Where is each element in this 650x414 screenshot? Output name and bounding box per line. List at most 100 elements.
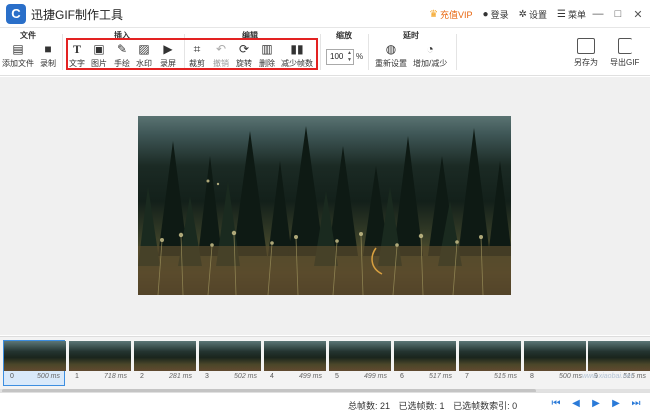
add-file-label: 添加文件: [2, 59, 34, 68]
total-frames: 总帧数: 21: [348, 401, 391, 411]
frame-thumbnail[interactable]: 4 499 ms: [264, 341, 326, 385]
frame-index: 8: [530, 373, 534, 380]
frame-image: [459, 341, 521, 371]
frame-thumbnail[interactable]: 2 281 ms: [134, 341, 196, 385]
prev-frame-icon[interactable]: ◀: [568, 397, 584, 411]
record-button[interactable]: ■ 录制: [40, 42, 56, 69]
hamburger-icon: ☰: [557, 8, 566, 20]
separator: [62, 34, 63, 70]
frame-thumbnail[interactable]: 0 500 ms: [3, 340, 66, 386]
frame-image: [394, 341, 456, 371]
record-label: 录制: [40, 59, 56, 68]
adjust-delay-label: 增加/减少: [413, 59, 448, 68]
first-frame-icon[interactable]: ⏮: [548, 397, 564, 411]
frame-thumbnail[interactable]: 5 499 ms: [329, 341, 391, 385]
vip-button[interactable]: ♛ 充值VIP: [429, 8, 472, 21]
file-icon: ▤: [12, 42, 24, 56]
play-icon[interactable]: ▶: [588, 397, 604, 411]
status-bar: 总帧数: 21 已选帧数: 1 已选帧数索引: 0 ⏮ ◀ ▶ ▶ ⏭: [0, 392, 650, 414]
reset-delay-button[interactable]: ◍ 重新设置: [375, 42, 407, 69]
settings-label: 设置: [529, 9, 548, 20]
user-icon: ●: [482, 8, 489, 20]
app-logo: C: [6, 4, 26, 24]
frame-delay: 515 ms: [494, 373, 517, 380]
scale-input[interactable]: 100 ▲ ▼: [326, 49, 354, 65]
frame-filmstrip: 0 500 ms 1 718 ms 2 281 ms 3 502 ms 4 499 ms …: [0, 336, 650, 393]
vip-label: 充值VIP: [440, 9, 473, 20]
status-text: 总帧数: 21 已选帧数: 1 已选帧数索引: 0: [348, 399, 523, 412]
frame-index: 1: [75, 373, 79, 380]
spinner-arrows-icon[interactable]: ▲ ▼: [347, 50, 352, 64]
minimize-button[interactable]: —: [590, 8, 606, 20]
frame-index: 5: [335, 373, 339, 380]
export-icon: [617, 38, 632, 54]
frame-thumbnail[interactable]: 1 718 ms: [69, 341, 131, 385]
watermark-text: www.xiaobai.net: [582, 373, 633, 380]
camera-icon: ■: [44, 42, 52, 56]
maximize-button[interactable]: □: [610, 8, 626, 20]
title-bar: C 迅捷GIF制作工具 ♛ 充值VIP ● 登录 ✲ 设置 ☰ 菜单 — □ ✕: [0, 0, 650, 28]
selected-frames: 已选帧数: 1: [398, 401, 445, 411]
frame-delay: 502 ms: [234, 373, 257, 380]
next-frame-icon[interactable]: ▶: [608, 397, 624, 411]
export-gif-button[interactable]: 导出GIF: [610, 38, 639, 68]
frame-thumbnail[interactable]: 6 517 ms: [394, 341, 456, 385]
close-button[interactable]: ✕: [630, 8, 646, 21]
last-frame-icon[interactable]: ⏭: [628, 397, 644, 411]
frame-index: 2: [140, 373, 144, 380]
scale-unit: %: [356, 52, 364, 61]
group-title-file: 文件: [20, 31, 36, 40]
frame-image: [588, 341, 650, 371]
frame-delay: 718 ms: [104, 373, 127, 380]
save-as-label: 另存为: [574, 58, 598, 67]
frame-delay: 500 ms: [559, 373, 582, 380]
menu-label: 菜单: [567, 9, 586, 20]
frame-image: [524, 341, 586, 371]
frame-image: [264, 341, 326, 371]
separator: [320, 34, 321, 70]
forest-scene-image: [138, 126, 511, 295]
reset-icon: ◍: [385, 42, 397, 56]
separator: [368, 34, 369, 70]
canvas-area: [0, 77, 650, 335]
frame-delay: 499 ms: [299, 373, 322, 380]
frame-thumbnail[interactable]: 3 502 ms: [199, 341, 261, 385]
export-gif-label: 导出GIF: [610, 58, 640, 67]
frame-image: [199, 341, 261, 371]
frame-thumbnail[interactable]: 8 500 ms: [524, 341, 586, 385]
clock-icon: ◔: [426, 42, 434, 56]
frame-delay: 517 ms: [429, 373, 452, 380]
login-label: 登录: [490, 9, 509, 20]
frame-index: 3: [205, 373, 209, 380]
login-button[interactable]: ● 登录: [483, 8, 509, 21]
separator: [456, 34, 457, 70]
frame-index: 7: [465, 373, 469, 380]
group-title-delay: 延时: [403, 31, 419, 40]
app-title: 迅捷GIF制作工具: [31, 8, 123, 22]
frame-delay: 281 ms: [169, 373, 192, 380]
annotation-highlight-box: [66, 38, 318, 70]
scale-value: 100: [330, 52, 344, 61]
frame-image: [329, 341, 391, 371]
frame-image: [134, 341, 196, 371]
frame-delay: 500 ms: [37, 373, 60, 380]
frame-image: [4, 341, 66, 371]
titlebar-actions: ♛ 充值VIP ● 登录 ✲ 设置 ☰ 菜单 — □ ✕: [419, 0, 646, 28]
menu-button[interactable]: ☰ 菜单: [557, 8, 586, 21]
playback-controls: ⏮ ◀ ▶ ▶ ⏭: [544, 397, 644, 411]
frame-index: 0: [10, 373, 14, 380]
frame-delay: 499 ms: [364, 373, 387, 380]
add-file-button[interactable]: ▤ 添加文件: [2, 42, 34, 69]
frame-image: [69, 341, 131, 371]
frame-index: 4: [270, 373, 274, 380]
gif-preview-frame[interactable]: [138, 116, 511, 295]
save-as-button[interactable]: 另存为: [574, 38, 598, 68]
settings-button[interactable]: ✲ 设置: [519, 8, 547, 21]
adjust-delay-button[interactable]: ◔ 增加/减少: [413, 42, 447, 69]
crown-icon: ♛: [429, 8, 439, 20]
group-title-scale: 缩放: [336, 31, 352, 40]
frame-index: 6: [400, 373, 404, 380]
save-as-icon: [577, 38, 595, 54]
frame-thumbnail[interactable]: 7 515 ms: [459, 341, 521, 385]
reset-delay-label: 重新设置: [375, 59, 407, 68]
